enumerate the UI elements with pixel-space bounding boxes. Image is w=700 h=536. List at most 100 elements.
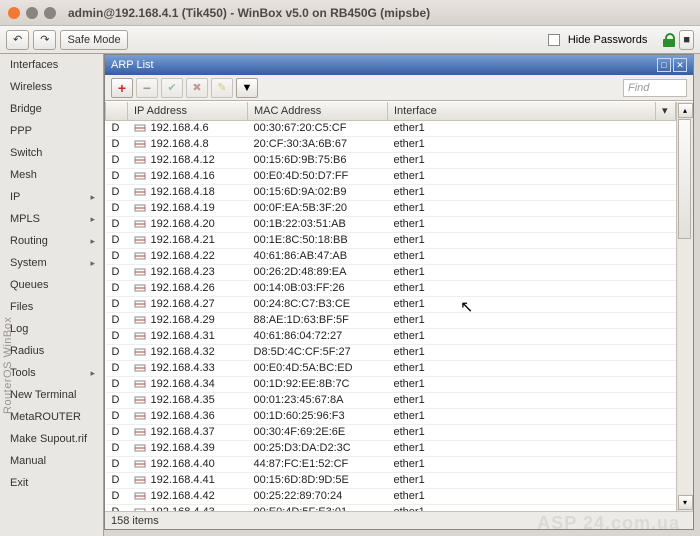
table-row[interactable]: D 192.168.4.1800:15:6D:9A:02:B9ether1 bbox=[106, 184, 676, 200]
table-row[interactable]: D 192.168.4.2600:14:0B:03:FF:26ether1 bbox=[106, 280, 676, 296]
table-row[interactable]: D 192.168.4.3900:25:D3:DA:D2:3Cether1 bbox=[106, 440, 676, 456]
table-row[interactable]: D 192.168.4.3600:1D:60:25:96:F3ether1 bbox=[106, 408, 676, 424]
sidebar-item-files[interactable]: Files bbox=[0, 296, 103, 318]
scroll-down-button[interactable]: ▾ bbox=[678, 495, 693, 510]
table-row[interactable]: D 192.168.4.3140:61:86:04:72:27ether1 bbox=[106, 328, 676, 344]
table-row[interactable]: D 192.168.4.1900:0F:EA:5B:3F:20ether1 bbox=[106, 200, 676, 216]
redo-button[interactable]: ↷ bbox=[33, 30, 56, 50]
cell-mac: 00:E0:4D:5A:BC:ED bbox=[248, 360, 388, 376]
window-titlebar[interactable]: ARP List □ ✕ bbox=[105, 55, 693, 75]
undo-button[interactable]: ↶ bbox=[6, 30, 29, 50]
chevron-right-icon: ▸ bbox=[90, 214, 95, 225]
os-minimize-button[interactable] bbox=[26, 7, 38, 19]
sidebar-item-log[interactable]: Log bbox=[0, 318, 103, 340]
comment-button[interactable]: ✎ bbox=[211, 78, 233, 98]
sidebar-item-mpls[interactable]: MPLS▸ bbox=[0, 208, 103, 230]
cell-blank bbox=[656, 136, 676, 152]
add-button[interactable]: + bbox=[111, 78, 133, 98]
cell-blank bbox=[656, 152, 676, 168]
item-count: 158 items bbox=[111, 515, 159, 527]
sidebar-item-system[interactable]: System▸ bbox=[0, 252, 103, 274]
table-row[interactable]: D 192.168.4.32D8:5D:4C:CF:5F:27ether1 bbox=[106, 344, 676, 360]
sidebar-item-wireless[interactable]: Wireless bbox=[0, 76, 103, 98]
safe-mode-button[interactable]: Safe Mode bbox=[60, 30, 127, 50]
row-flag: D bbox=[106, 232, 128, 248]
cell-interface: ether1 bbox=[388, 456, 656, 472]
sidebar-item-new-terminal[interactable]: New Terminal bbox=[0, 384, 103, 406]
table-row[interactable]: D 192.168.4.2988:AE:1D:63:BF:5Fether1 bbox=[106, 312, 676, 328]
window-title: ARP List bbox=[111, 59, 154, 71]
dashboard-button[interactable]: ■ bbox=[679, 30, 694, 50]
table-row[interactable]: D 192.168.4.4300:E0:4D:5F:E3:01ether1 bbox=[106, 504, 676, 511]
table-row[interactable]: D 192.168.4.2000:1B:22:03:51:ABether1 bbox=[106, 216, 676, 232]
entry-icon bbox=[134, 138, 148, 150]
scroll-track[interactable] bbox=[678, 119, 693, 494]
scroll-up-button[interactable]: ▴ bbox=[678, 103, 693, 118]
cell-mac: 00:E0:4D:5F:E3:01 bbox=[248, 504, 388, 511]
find-input[interactable]: Find bbox=[623, 79, 687, 97]
entry-icon bbox=[134, 394, 148, 406]
table-row[interactable]: D 192.168.4.4100:15:6D:8D:9D:5Eether1 bbox=[106, 472, 676, 488]
sidebar-item-queues[interactable]: Queues bbox=[0, 274, 103, 296]
entry-icon bbox=[134, 330, 148, 342]
table-row[interactable]: D 192.168.4.3700:30:4F:69:2E:6Eether1 bbox=[106, 424, 676, 440]
table-row[interactable]: D 192.168.4.2700:24:8C:C7:B3:CEether1 bbox=[106, 296, 676, 312]
table-row[interactable]: D 192.168.4.3400:1D:92:EE:8B:7Cether1 bbox=[106, 376, 676, 392]
entry-icon bbox=[134, 458, 148, 470]
col-flag[interactable] bbox=[106, 102, 128, 120]
arp-list-window: ARP List □ ✕ + − ✔ ✖ ✎ ▼ Find bbox=[104, 54, 694, 530]
table-row[interactable]: D 192.168.4.3500:01:23:45:67:8Aether1 bbox=[106, 392, 676, 408]
lock-icon[interactable] bbox=[663, 33, 675, 47]
table-row[interactable]: D 192.168.4.2240:61:86:AB:47:ABether1 bbox=[106, 248, 676, 264]
sidebar-item-mesh[interactable]: Mesh bbox=[0, 164, 103, 186]
sidebar-item-label: Mesh bbox=[10, 169, 37, 181]
os-maximize-button[interactable] bbox=[44, 7, 56, 19]
enable-button[interactable]: ✔ bbox=[161, 78, 183, 98]
sidebar-item-switch[interactable]: Switch bbox=[0, 142, 103, 164]
sidebar-item-routing[interactable]: Routing▸ bbox=[0, 230, 103, 252]
scroll-thumb[interactable] bbox=[678, 119, 691, 239]
chevron-right-icon: ▸ bbox=[90, 368, 95, 379]
os-close-button[interactable] bbox=[8, 7, 20, 19]
sidebar-item-bridge[interactable]: Bridge bbox=[0, 98, 103, 120]
disable-button[interactable]: ✖ bbox=[186, 78, 208, 98]
sidebar-item-make-supout-rif[interactable]: Make Supout.rif bbox=[0, 428, 103, 450]
sidebar-item-tools[interactable]: Tools▸ bbox=[0, 362, 103, 384]
table-row[interactable]: D 192.168.4.1600:E0:4D:50:D7:FFether1 bbox=[106, 168, 676, 184]
cell-interface: ether1 bbox=[388, 184, 656, 200]
remove-button[interactable]: − bbox=[136, 78, 158, 98]
sidebar-item-ppp[interactable]: PPP bbox=[0, 120, 103, 142]
sidebar-item-metarouter[interactable]: MetaROUTER bbox=[0, 406, 103, 428]
sidebar-item-ip[interactable]: IP▸ bbox=[0, 186, 103, 208]
table-row[interactable]: D 192.168.4.600:30:67:20:C5:CFether1 bbox=[106, 120, 676, 136]
table-row[interactable]: D 192.168.4.2300:26:2D:48:89:EAether1 bbox=[106, 264, 676, 280]
cell-ip: 192.168.4.23 bbox=[128, 264, 248, 280]
entry-icon bbox=[134, 362, 148, 374]
table-row[interactable]: D 192.168.4.1200:15:6D:9B:75:B6ether1 bbox=[106, 152, 676, 168]
table-row[interactable]: D 192.168.4.4200:25:22:89:70:24ether1 bbox=[106, 488, 676, 504]
col-dropdown[interactable]: ▾ bbox=[656, 102, 676, 120]
cell-blank bbox=[656, 488, 676, 504]
window-detach-button[interactable]: □ bbox=[657, 58, 671, 72]
sidebar-item-label: Switch bbox=[10, 147, 42, 159]
table-scroll[interactable]: IP Address MAC Address Interface ▾ D 192… bbox=[105, 102, 676, 511]
sidebar-item-exit[interactable]: Exit bbox=[0, 472, 103, 494]
col-interface[interactable]: Interface bbox=[388, 102, 656, 120]
window-close-button[interactable]: ✕ bbox=[673, 58, 687, 72]
sidebar-item-manual[interactable]: Manual bbox=[0, 450, 103, 472]
col-mac[interactable]: MAC Address bbox=[248, 102, 388, 120]
col-ip[interactable]: IP Address bbox=[128, 102, 248, 120]
entry-icon bbox=[134, 122, 148, 134]
filter-button[interactable]: ▼ bbox=[236, 78, 258, 98]
vertical-scrollbar[interactable]: ▴ ▾ bbox=[676, 102, 693, 511]
sidebar-item-interfaces[interactable]: Interfaces bbox=[0, 54, 103, 76]
cell-blank bbox=[656, 200, 676, 216]
hide-passwords-checkbox[interactable] bbox=[548, 34, 560, 46]
cell-blank bbox=[656, 472, 676, 488]
sidebar-item-radius[interactable]: Radius bbox=[0, 340, 103, 362]
table-row[interactable]: D 192.168.4.2100:1E:8C:50:18:BBether1 bbox=[106, 232, 676, 248]
table-row[interactable]: D 192.168.4.4044:87:FC:E1:52:CFether1 bbox=[106, 456, 676, 472]
table-row[interactable]: D 192.168.4.820:CF:30:3A:6B:67ether1 bbox=[106, 136, 676, 152]
cell-interface: ether1 bbox=[388, 488, 656, 504]
table-row[interactable]: D 192.168.4.3300:E0:4D:5A:BC:EDether1 bbox=[106, 360, 676, 376]
